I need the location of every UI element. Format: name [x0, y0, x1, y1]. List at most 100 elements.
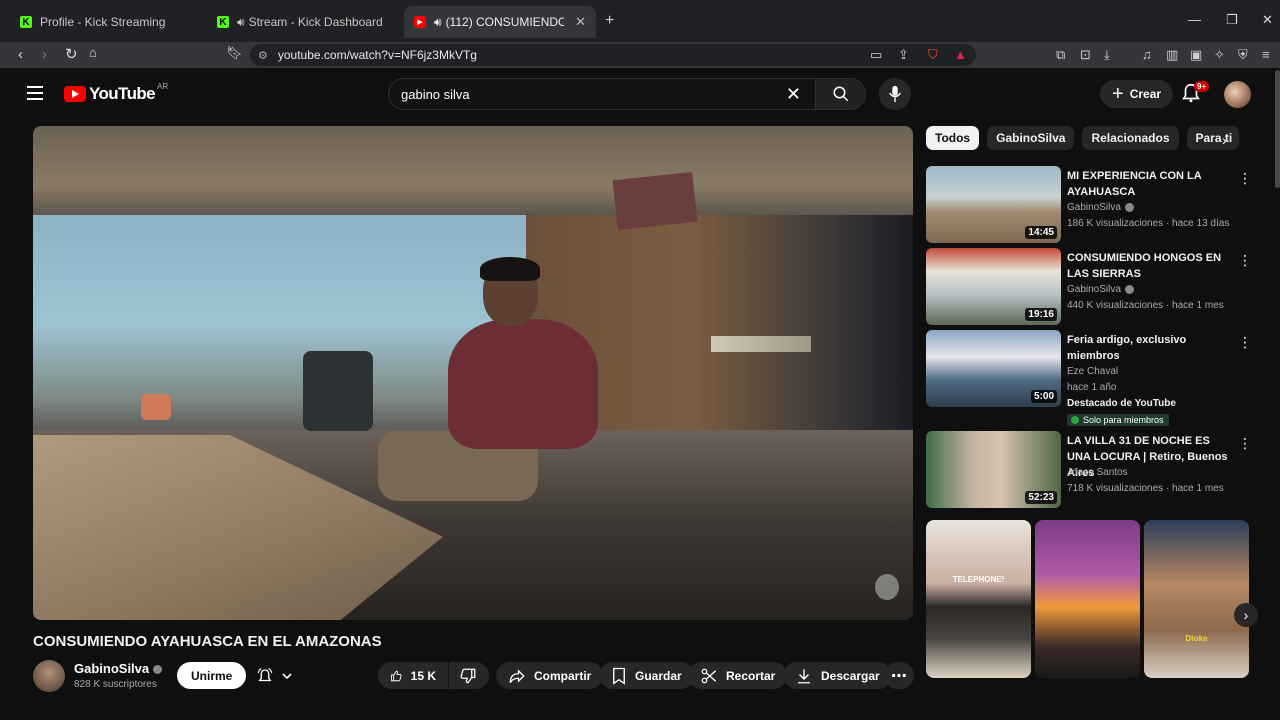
region-code: AR [157, 81, 169, 91]
music-icon[interactable]: ♫ [1142, 47, 1152, 62]
user-avatar[interactable] [1224, 81, 1251, 108]
recommendation-item[interactable]: 14:45 MI EXPERIENCIA CON LA AYAHUASCA Ga… [926, 166, 1256, 244]
chip-para-ti[interactable]: Para ti [1186, 126, 1239, 150]
create-button[interactable]: + Crear [1100, 80, 1174, 108]
screenshot-icon[interactable]: ⊡ [1080, 47, 1091, 63]
site-info-icon[interactable]: ⚙ [258, 49, 268, 62]
recommendation-channel[interactable]: GabinoSilva [1067, 284, 1134, 295]
video-thumbnail[interactable]: 19:16 [926, 248, 1061, 325]
leo-ai-icon[interactable]: ✧ [1214, 47, 1225, 63]
brave-rewards-icon[interactable]: ▲ [954, 47, 967, 62]
more-vertical-icon[interactable]: ⋮ [1238, 334, 1252, 351]
extensions-icon[interactable]: ⧉ [1056, 47, 1065, 63]
recommendation-meta: 718 K visualizaciones · hace 1 mes [1067, 483, 1224, 494]
browser-tab-stream[interactable]: K 🔊︎ Stream - Kick Dashboard [207, 8, 402, 36]
more-vertical-icon[interactable]: ⋮ [1238, 435, 1252, 452]
video-frame-cushion [711, 336, 811, 352]
sidebar-icon[interactable]: ▥ [1166, 47, 1178, 63]
duration-badge: 19:16 [1025, 308, 1057, 321]
video-player[interactable] [33, 126, 913, 620]
recommendation-channel[interactable]: Eze Chaval [1067, 366, 1118, 377]
like-button[interactable]: 15 K [378, 662, 448, 689]
subscription-bell-button[interactable] [245, 662, 303, 689]
back-icon[interactable]: ‹ [18, 46, 23, 63]
brave-shield-icon[interactable]: ⛉ [928, 47, 938, 63]
recommendation-title[interactable]: MI EXPERIENCIA CON LA AYAHUASCA [1067, 168, 1232, 200]
recommendation-item[interactable]: 19:16 CONSUMIENDO HONGOS EN LAS SIERRAS … [926, 248, 1256, 326]
download-arrow-icon [798, 668, 810, 683]
verified-icon [1124, 284, 1134, 294]
search-box[interactable]: gabino silva ✕ [388, 78, 866, 110]
close-window-icon[interactable]: ✕ [1262, 12, 1273, 28]
recommendation-item[interactable]: 5:00 Feria ardigo, exclusivo miembros Ez… [926, 330, 1256, 428]
tab-label: (112) CONSUMIENDO AYAHU [445, 15, 564, 29]
chip-gabinosilva[interactable]: GabinoSilva [987, 126, 1075, 150]
minimize-icon[interactable]: — [1188, 12, 1201, 27]
browser-tab-youtube[interactable]: ▶ 🔊︎ (112) CONSUMIENDO AYAHU ✕ [404, 6, 596, 38]
address-bar[interactable]: ⚙ youtube.com/watch?v=NF6jz3MkVTg [250, 44, 976, 66]
recommendation-title[interactable]: Feria ardigo, exclusivo miembros [1067, 332, 1232, 364]
recommendation-item[interactable]: 52:23 LA VILLA 31 DE NOCHE ES UNA LOCURA… [926, 431, 1256, 509]
short-item[interactable] [1035, 520, 1140, 678]
page-scrollbar[interactable] [1275, 70, 1280, 188]
chevron-down-icon [282, 672, 292, 679]
forward-icon[interactable]: › [42, 46, 47, 63]
share-icon [509, 668, 525, 683]
youtube-logo[interactable]: YouTube AR [64, 81, 169, 104]
youtube-play-icon [64, 86, 86, 102]
channel-watermark-icon[interactable] [875, 574, 899, 600]
featured-label: Destacado de YouTube [1067, 398, 1176, 409]
clear-search-icon[interactable]: ✕ [786, 84, 801, 105]
more-vertical-icon[interactable]: ⋮ [1238, 170, 1252, 187]
download-button[interactable]: Descargar [783, 662, 892, 689]
chip-relacionados[interactable]: Relacionados [1082, 126, 1179, 150]
video-thumbnail[interactable]: 14:45 [926, 166, 1061, 243]
recommendation-title[interactable]: CONSUMIENDO HONGOS EN LAS SIERRAS [1067, 250, 1232, 282]
share-page-icon[interactable]: ⇪ [898, 47, 909, 63]
bookmark-save-icon [613, 667, 625, 685]
speaker-icon: 🔊︎ [237, 14, 245, 29]
short-item[interactable]: Dtoke [1144, 520, 1249, 678]
short-item[interactable]: TELEPHONE! [926, 520, 1031, 678]
create-label: Crear [1129, 87, 1162, 101]
duration-badge: 52:23 [1025, 491, 1057, 504]
new-tab-icon[interactable]: + [605, 12, 614, 30]
recommendation-channel[interactable]: GabinoSilva [1067, 202, 1134, 213]
more-vertical-icon[interactable]: ⋮ [1238, 252, 1252, 269]
clip-label: Recortar [726, 668, 776, 683]
shorts-next-button[interactable]: › [1234, 603, 1258, 627]
search-button[interactable] [815, 79, 865, 109]
home-icon[interactable]: ⌂ [89, 45, 97, 60]
share-button[interactable]: Compartir [496, 662, 604, 689]
search-input[interactable]: gabino silva [389, 87, 786, 102]
close-tab-icon[interactable]: ✕ [575, 14, 586, 30]
chevron-right-icon: › [1243, 607, 1249, 623]
video-thumbnail[interactable]: 5:00 [926, 330, 1061, 407]
duration-badge: 14:45 [1025, 226, 1057, 239]
hamburger-menu-icon[interactable] [27, 86, 43, 100]
dislike-button[interactable] [449, 662, 489, 689]
short-caption: Dtoke [1185, 634, 1208, 643]
download-icon[interactable]: ⤓ [1104, 47, 1110, 63]
cast-icon[interactable]: ▭ [870, 47, 882, 63]
recommendation-channel[interactable]: Joaco Santos [1067, 467, 1128, 478]
members-icon [1071, 416, 1079, 424]
channel-name[interactable]: GabinoSilva [74, 661, 163, 676]
chevron-right-icon[interactable]: › [1222, 132, 1227, 148]
bookmark-icon[interactable]: 🔖︎ [226, 45, 243, 61]
join-button[interactable]: Unirme [177, 662, 247, 689]
more-actions-button[interactable]: ⋯ [884, 662, 914, 689]
chip-todos[interactable]: Todos [926, 126, 980, 150]
restore-icon[interactable]: ❐ [1226, 12, 1238, 28]
video-thumbnail[interactable]: 52:23 [926, 431, 1061, 508]
voice-search-button[interactable] [879, 78, 911, 110]
browser-tab-profile[interactable]: K Profile - Kick Streaming [10, 8, 205, 36]
wallet-icon[interactable]: ▣ [1190, 47, 1202, 63]
browser-menu-icon[interactable]: ≡ [1262, 47, 1270, 62]
save-button[interactable]: Guardar [599, 662, 694, 689]
browser-tab-bar: K Profile - Kick Streaming K 🔊︎ Stream -… [0, 0, 1280, 42]
vpn-icon[interactable]: ⛨ [1238, 47, 1248, 63]
clip-button[interactable]: Recortar [688, 662, 788, 689]
reload-icon[interactable]: ↻ [65, 45, 78, 63]
channel-avatar[interactable] [33, 660, 65, 692]
